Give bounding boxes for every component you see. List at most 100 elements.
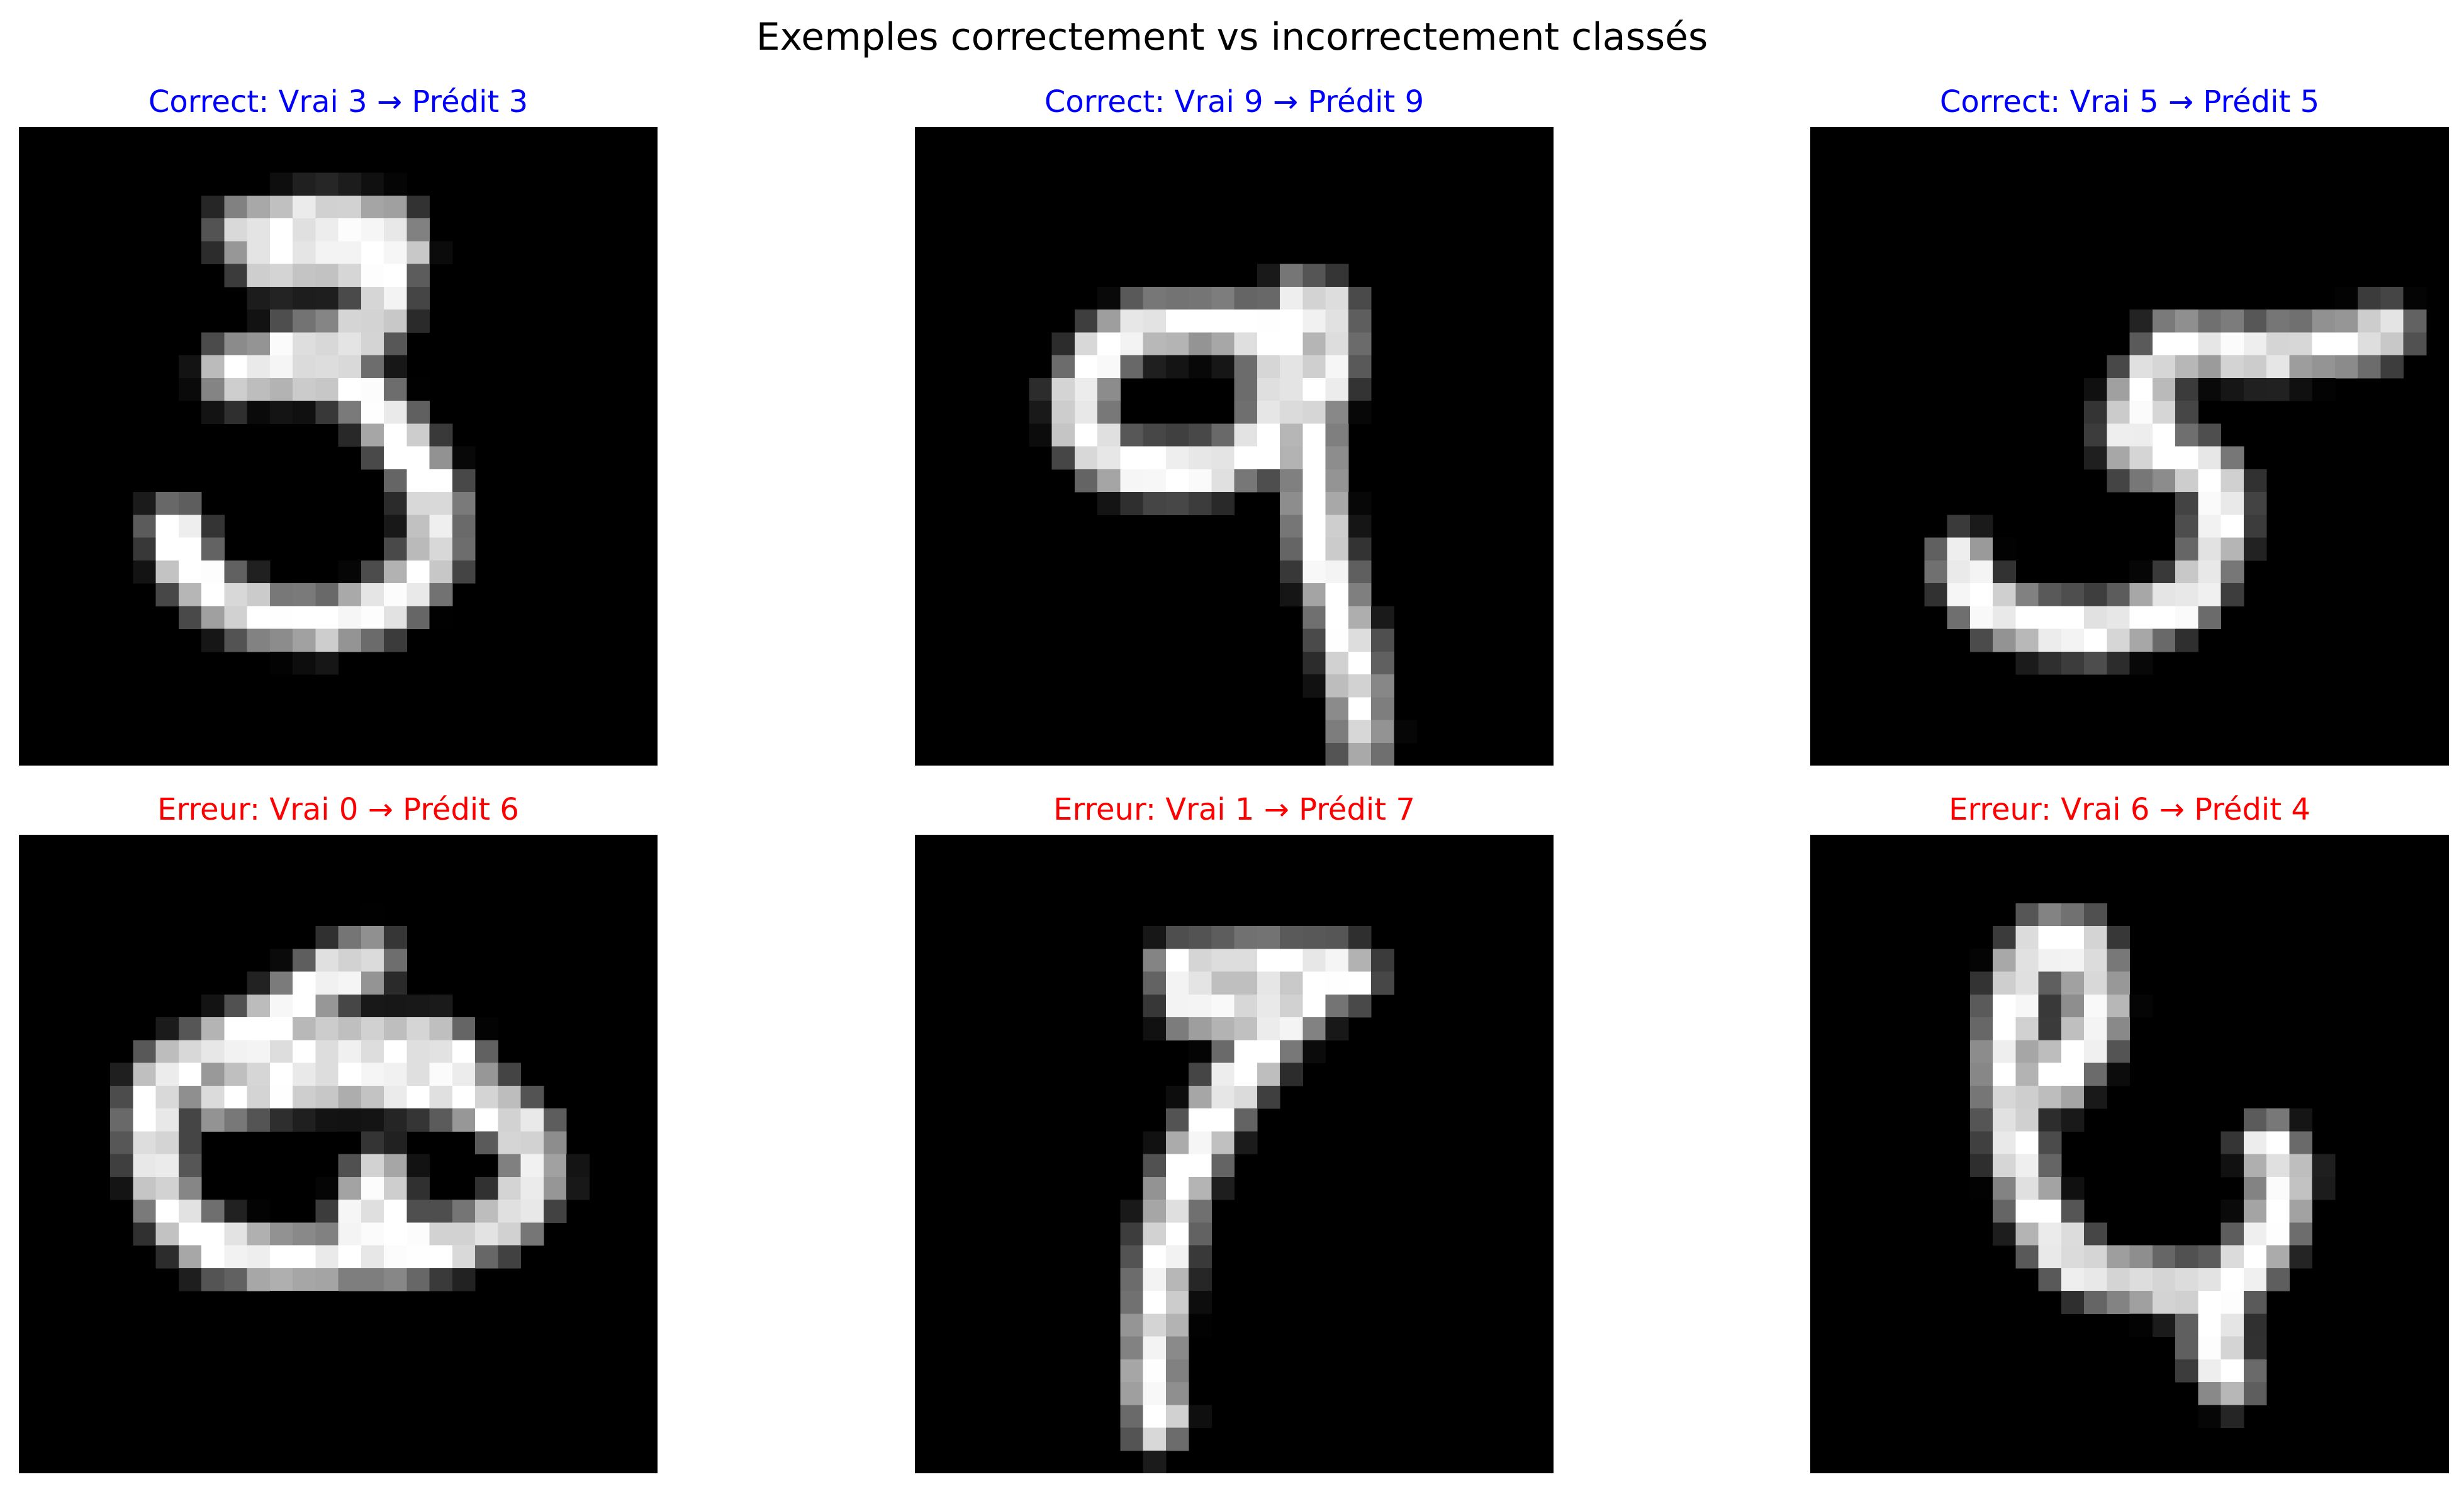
pixel: [2152, 377, 2176, 401]
pixel: [1211, 332, 1235, 356]
pixel: [178, 1108, 202, 1132]
pixel: [361, 355, 384, 379]
pixel: [1348, 355, 1372, 379]
pixel: [2243, 1222, 2267, 1246]
pixel: [361, 401, 384, 424]
pixel: [361, 1154, 384, 1178]
pixel: [2243, 332, 2267, 356]
pixel: [384, 628, 407, 652]
pixel: [1348, 401, 1372, 424]
pixel: [2198, 423, 2222, 447]
pixel: [293, 606, 316, 630]
pixel: [452, 446, 476, 470]
pixel: [429, 560, 453, 584]
pixel: [361, 195, 384, 219]
pixel: [384, 1131, 407, 1155]
pixel: [1969, 1176, 1993, 1200]
pixel: [178, 1085, 202, 1109]
pixel: [1074, 401, 1098, 424]
pixel: [201, 1040, 225, 1064]
pixel: [247, 241, 271, 265]
pixel: [361, 172, 384, 196]
pixel: [2038, 1131, 2062, 1155]
pixel: [361, 583, 384, 606]
pixel: [1120, 310, 1144, 333]
pixel: [1257, 423, 1280, 447]
pixel: [361, 241, 384, 265]
pixel: [1325, 971, 1349, 995]
pixel: [2038, 1017, 2062, 1040]
pixel: [1993, 949, 2016, 973]
pixel: [429, 606, 453, 630]
pixel: [1969, 628, 1993, 652]
pixel: [338, 583, 362, 606]
pixel: [338, 377, 362, 401]
pixel: [315, 628, 339, 652]
pixel: [2289, 310, 2313, 333]
pixel: [1189, 1268, 1212, 1291]
pixel: [384, 1017, 407, 1040]
pixel: [2243, 1359, 2267, 1383]
pixel: [429, 1222, 453, 1246]
pixel: [1143, 1359, 1167, 1383]
pixel: [2175, 1313, 2198, 1337]
pixel: [2129, 332, 2153, 356]
pixel: [1234, 446, 1258, 470]
pixel: [543, 1154, 567, 1178]
pixel: [2220, 1268, 2244, 1291]
pixel: [269, 628, 293, 652]
pixel: [1348, 742, 1372, 766]
pixel: [269, 1017, 293, 1040]
pixel: [293, 628, 316, 652]
pixel: [1257, 377, 1280, 401]
pixel: [2220, 1200, 2244, 1223]
pixel: [2198, 1313, 2222, 1337]
pixel: [2175, 423, 2198, 447]
pixel: [269, 1040, 293, 1064]
pixel: [2266, 355, 2290, 379]
pixel: [178, 1268, 202, 1291]
pixel: [1257, 926, 1280, 949]
pixel: [1234, 949, 1258, 973]
pixel: [2220, 1154, 2244, 1178]
pixel: [2015, 1108, 2039, 1132]
pixel: [2220, 377, 2244, 401]
pixel: [361, 377, 384, 401]
digit-pixel-grid: [1969, 903, 2336, 1429]
pixel: [2220, 583, 2244, 606]
pixel: [2061, 949, 2085, 973]
pixel: [2129, 651, 2153, 675]
pixel: [452, 537, 476, 561]
pixel: [1097, 401, 1121, 424]
pixel: [1189, 1200, 1212, 1223]
pixel: [2334, 332, 2358, 356]
pixel: [1371, 720, 1394, 744]
pixel: [293, 1085, 316, 1109]
pixel: [361, 332, 384, 356]
pixel: [406, 1268, 430, 1291]
pixel: [2198, 583, 2222, 606]
pixel: [2015, 1085, 2039, 1109]
pixel: [293, 218, 316, 242]
pixel: [338, 1222, 362, 1246]
pixel: [2038, 1176, 2062, 1200]
pixel: [2038, 651, 2062, 675]
pixel: [2266, 1176, 2290, 1200]
pixel: [201, 515, 225, 538]
pixel: [1257, 332, 1280, 356]
pixel: [1074, 423, 1098, 447]
pixel: [1924, 560, 1948, 584]
pixel: [1120, 1222, 1144, 1246]
pixel: [293, 377, 316, 401]
pixel: [2175, 332, 2198, 356]
pixel: [2129, 606, 2153, 630]
pixel: [133, 1040, 157, 1064]
pixel: [269, 1085, 293, 1109]
pixel: [406, 469, 430, 493]
pixel: [2312, 355, 2336, 379]
pixel: [293, 310, 316, 333]
pixel: [2220, 469, 2244, 493]
pixel: [1120, 1313, 1144, 1337]
pixel: [1325, 537, 1349, 561]
pixel: [201, 1200, 225, 1223]
